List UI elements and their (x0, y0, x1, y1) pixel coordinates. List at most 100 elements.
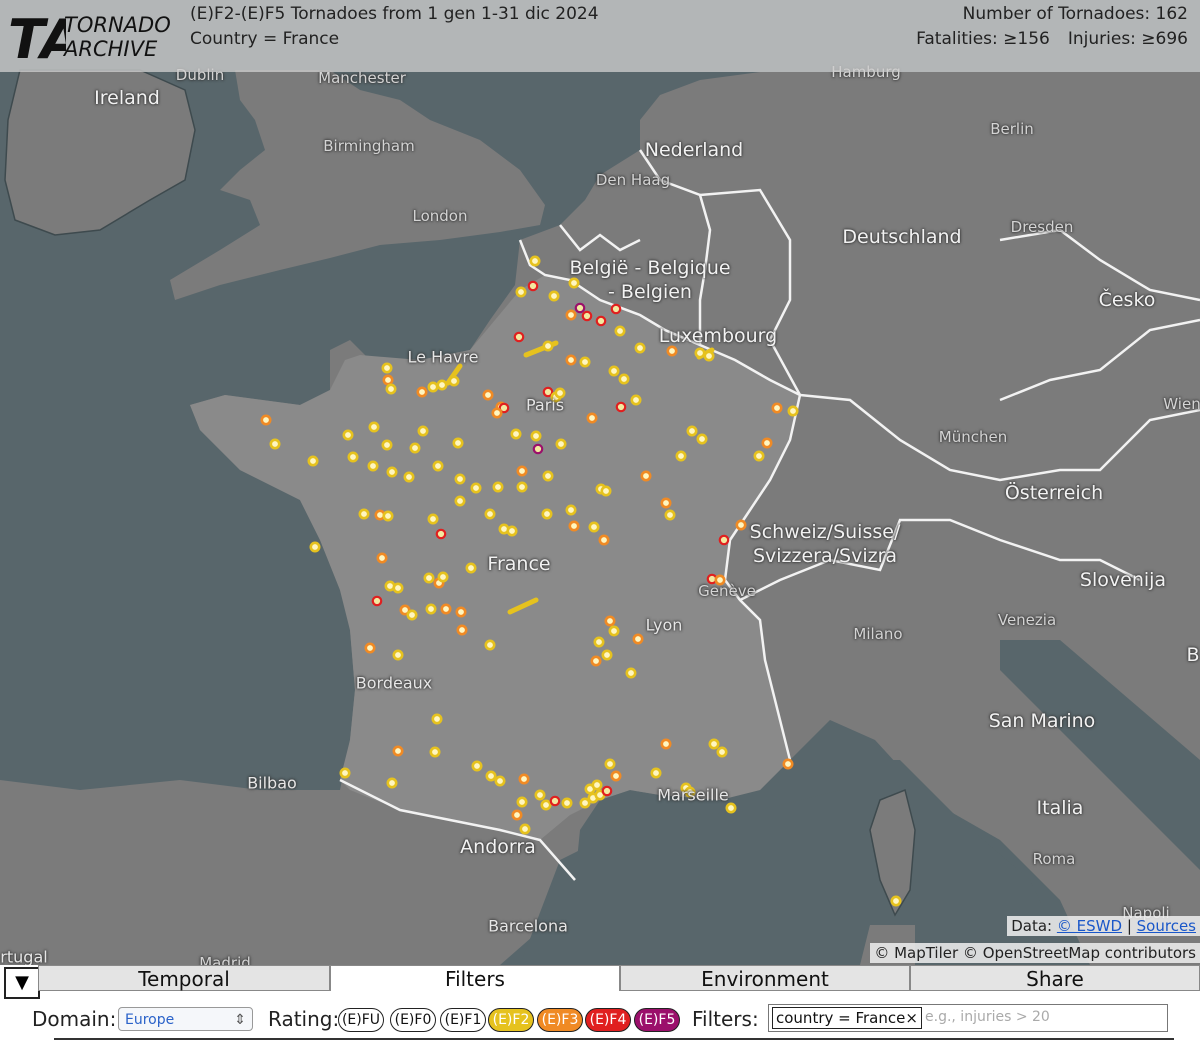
tornado-marker-f2[interactable] (614, 325, 626, 337)
rating-pill-ef4[interactable]: (E)F4 (585, 1008, 631, 1032)
tornado-marker-f2[interactable] (425, 603, 437, 615)
panel-toggle-button[interactable]: ▼ (4, 967, 40, 999)
tornado-marker-f2[interactable] (484, 639, 496, 651)
tornado-marker-f2[interactable] (452, 437, 464, 449)
tornado-marker-f2[interactable] (427, 381, 439, 393)
tornado-marker-f4[interactable] (513, 331, 525, 343)
tornado-marker-f2[interactable] (561, 797, 573, 809)
tornado-marker-f2[interactable] (703, 350, 715, 362)
tornado-marker-f2[interactable] (423, 572, 435, 584)
tornado-marker-f2[interactable] (708, 738, 720, 750)
tornado-marker-f2[interactable] (339, 767, 351, 779)
rating-pill-ef5[interactable]: (E)F5 (634, 1008, 680, 1032)
tornado-marker-f3[interactable] (660, 497, 672, 509)
tornado-marker-f4[interactable] (581, 310, 593, 322)
tornado-marker-f3[interactable] (511, 809, 523, 821)
tornado-marker-f2[interactable] (406, 609, 418, 621)
tornado-marker-f2[interactable] (555, 438, 567, 450)
filter-chip[interactable]: country = France× (772, 1007, 922, 1029)
tornado-marker-f3[interactable] (568, 520, 580, 532)
tornado-marker-f3[interactable] (382, 374, 394, 386)
tornado-marker-f2[interactable] (385, 383, 397, 395)
tornado-marker-f2[interactable] (381, 439, 393, 451)
tornado-marker-f2[interactable] (392, 649, 404, 661)
tornado-marker-f3[interactable] (771, 402, 783, 414)
tornado-marker-f2[interactable] (381, 362, 393, 374)
tornado-marker-f3[interactable] (590, 655, 602, 667)
tornado-marker-f3[interactable] (598, 534, 610, 546)
tornado-marker-f2[interactable] (470, 482, 482, 494)
tab-share[interactable]: Share (910, 965, 1200, 991)
tab-filters[interactable]: Filters (330, 965, 620, 991)
tornado-marker-f2[interactable] (650, 767, 662, 779)
tornado-marker-f3[interactable] (260, 414, 272, 426)
rating-pill-efu[interactable]: (E)FU (338, 1008, 384, 1032)
tornado-marker-f2[interactable] (269, 438, 281, 450)
close-icon[interactable]: × (905, 1009, 918, 1027)
tornado-marker-f2[interactable] (448, 375, 460, 387)
tornado-marker-f2[interactable] (568, 277, 580, 289)
tornado-marker-f2[interactable] (593, 636, 605, 648)
tornado-marker-f3[interactable] (482, 389, 494, 401)
tornado-marker-f2[interactable] (579, 356, 591, 368)
tornado-marker-f2[interactable] (358, 508, 370, 520)
tornado-marker-f3[interactable] (782, 758, 794, 770)
tornado-marker-f3[interactable] (516, 465, 528, 477)
tornado-marker-f4[interactable] (615, 401, 627, 413)
tornado-marker-f5[interactable] (574, 302, 586, 314)
rating-pill-ef1[interactable]: (E)F1 (440, 1008, 486, 1032)
tornado-marker-f2[interactable] (608, 365, 620, 377)
tornado-marker-f2[interactable] (725, 802, 737, 814)
tornado-marker-f2[interactable] (465, 562, 477, 574)
tornado-marker-f2[interactable] (454, 495, 466, 507)
tornado-marker-f3[interactable] (761, 437, 773, 449)
tornado-marker-f3[interactable] (392, 745, 404, 757)
rating-pill-ef3[interactable]: (E)F3 (537, 1008, 583, 1032)
tornado-marker-f3[interactable] (565, 309, 577, 321)
tornado-marker-f2[interactable] (716, 746, 728, 758)
tornado-marker-f2[interactable] (382, 510, 394, 522)
tornado-marker-f2[interactable] (367, 460, 379, 472)
tornado-marker-f2[interactable] (542, 340, 554, 352)
tornado-marker-f2[interactable] (601, 649, 613, 661)
tornado-marker-f3[interactable] (491, 407, 503, 419)
tornado-marker-f2[interactable] (591, 779, 603, 791)
map-canvas[interactable]: Dublin Manchester Ireland Birmingham Lon… (0, 0, 1200, 965)
tornado-marker-f2[interactable] (494, 775, 506, 787)
rating-pill-ef0[interactable]: (E)F0 (390, 1008, 436, 1032)
tornado-marker-f2[interactable] (565, 504, 577, 516)
tornado-marker-f2[interactable] (541, 508, 553, 520)
tornado-marker-f3[interactable] (565, 354, 577, 366)
filter-input[interactable]: country = France× e.g., injuries > 20 (768, 1004, 1168, 1032)
tornado-marker-f2[interactable] (634, 342, 646, 354)
tornado-marker-f2[interactable] (696, 433, 708, 445)
tornado-marker-f2[interactable] (307, 455, 319, 467)
tornado-marker-f2[interactable] (529, 255, 541, 267)
tornado-marker-f2[interactable] (409, 442, 421, 454)
tornado-marker-f2[interactable] (510, 428, 522, 440)
tornado-marker-f2[interactable] (890, 895, 902, 907)
tornado-marker-f3[interactable] (586, 412, 598, 424)
tornado-marker-f2[interactable] (530, 430, 542, 442)
tornado-marker-f2[interactable] (471, 760, 483, 772)
tornado-marker-f4[interactable] (601, 785, 613, 797)
tornado-marker-f3[interactable] (364, 642, 376, 654)
sources-link[interactable]: Sources (1137, 917, 1196, 935)
tornado-marker-f2[interactable] (386, 466, 398, 478)
tab-temporal[interactable]: Temporal (38, 965, 330, 991)
tornado-marker-f2[interactable] (437, 571, 449, 583)
tornado-marker-f2[interactable] (686, 425, 698, 437)
tornado-marker-f2[interactable] (392, 582, 404, 594)
tornado-marker-f2[interactable] (432, 460, 444, 472)
tornado-marker-f2[interactable] (368, 421, 380, 433)
tornado-marker-f2[interactable] (436, 379, 448, 391)
tornado-marker-f2[interactable] (429, 746, 441, 758)
rating-pill-ef2[interactable]: (E)F2 (488, 1008, 534, 1032)
tornado-marker-f2[interactable] (492, 481, 504, 493)
tornado-marker-f2[interactable] (540, 799, 552, 811)
tornado-marker-f2[interactable] (625, 667, 637, 679)
tornado-marker-f2[interactable] (454, 473, 466, 485)
tornado-marker-f2[interactable] (675, 450, 687, 462)
tornado-marker-f3[interactable] (666, 345, 678, 357)
tornado-marker-f4[interactable] (435, 528, 447, 540)
